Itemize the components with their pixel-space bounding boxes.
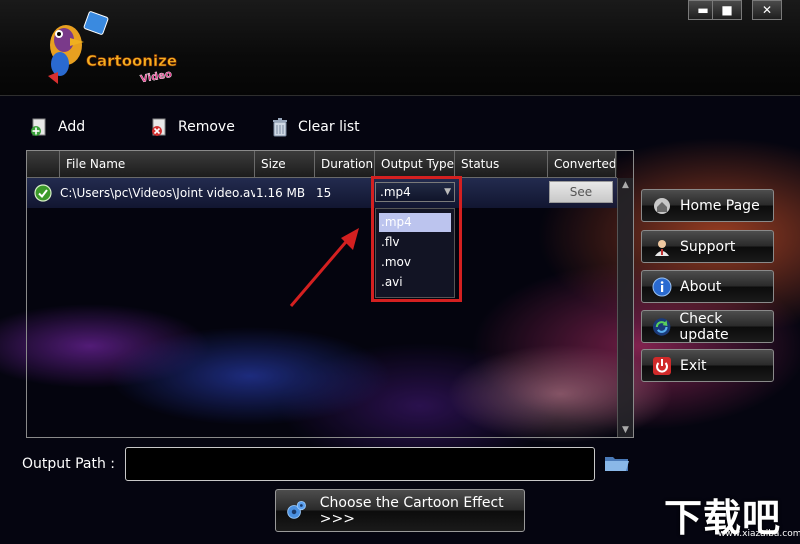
remove-button[interactable]: Remove	[150, 115, 235, 139]
check-update-button[interactable]: Check update	[641, 310, 774, 343]
home-page-button[interactable]: Home Page	[641, 189, 774, 222]
remove-label: Remove	[178, 119, 235, 135]
home-icon	[654, 197, 670, 214]
cartoonize-video-logo: Cartoonize Video	[48, 11, 177, 86]
output-path-label: Output Path :	[22, 456, 116, 472]
column-header-converted[interactable]: Converted	[548, 151, 616, 177]
maximize-icon: ■	[721, 3, 733, 17]
column-header-status[interactable]: Status	[455, 151, 548, 177]
close-button[interactable]: ✕	[752, 0, 782, 20]
about-label: About	[680, 278, 722, 295]
scroll-down-icon[interactable]: ▼	[618, 423, 633, 437]
clear-list-button[interactable]: Clear list	[270, 115, 360, 139]
close-icon: ✕	[761, 3, 773, 17]
column-header-check	[27, 151, 60, 177]
clear-list-label: Clear list	[298, 119, 360, 135]
choose-cartoon-effect-label: Choose the Cartoon Effect >>>	[319, 494, 504, 527]
checkmark-icon[interactable]	[34, 184, 52, 202]
refresh-icon	[652, 317, 671, 336]
vertical-scrollbar[interactable]: ▲ ▼	[617, 178, 633, 437]
watermark-url: www.xiazaiba.com	[718, 529, 800, 539]
table-row[interactable]: C:\Users\pc\Videos\Joint video.avi 1.16 …	[27, 178, 617, 208]
gear-icon	[287, 500, 306, 519]
cell-file-name: C:\Users\pc\Videos\Joint video.avi	[60, 186, 255, 200]
see-button[interactable]: See	[549, 181, 613, 203]
support-button[interactable]: Support	[641, 230, 774, 263]
home-page-label: Home Page	[680, 197, 760, 214]
choose-cartoon-effect-button[interactable]: Choose the Cartoon Effect >>>	[275, 489, 525, 532]
highlight-box	[371, 176, 462, 302]
cell-duration: 15	[316, 186, 332, 200]
user-icon	[655, 239, 669, 256]
column-header-size[interactable]: Size	[255, 151, 315, 177]
column-header-duration[interactable]: Duration	[315, 151, 375, 177]
cell-status	[456, 178, 546, 208]
scroll-up-icon[interactable]: ▲	[618, 178, 633, 192]
column-header-output-type[interactable]: Output Type	[375, 151, 455, 177]
minimize-icon: ▬	[697, 3, 709, 17]
power-icon	[653, 356, 671, 375]
exit-button[interactable]: Exit	[641, 349, 774, 382]
output-path-input[interactable]	[125, 447, 595, 481]
watermark: 下载吧 www.xiazaiba.com	[660, 487, 800, 544]
exit-label: Exit	[680, 357, 707, 374]
about-button[interactable]: About	[641, 270, 774, 303]
trash-icon	[273, 118, 287, 137]
add-file-icon	[31, 118, 46, 136]
cartoonize-video-window: ▬ ■ ✕ Cartoonize Video Add Remove Clear …	[0, 0, 800, 544]
logo-subtitle: Video	[140, 69, 173, 85]
cell-size: 1.16 MB	[256, 186, 306, 200]
maximize-button[interactable]: ■	[712, 0, 742, 20]
logo-title: Cartoonize	[86, 52, 177, 70]
add-button[interactable]: Add	[30, 115, 85, 139]
add-label: Add	[58, 119, 86, 135]
annotation-arrow-icon	[289, 228, 359, 307]
folder-icon[interactable]	[604, 453, 630, 473]
column-header-file-name[interactable]: File Name	[60, 151, 255, 177]
support-label: Support	[680, 238, 736, 255]
remove-file-icon	[152, 118, 166, 136]
info-icon	[652, 277, 672, 296]
table-header: File Name Size Duration Output Type Stat…	[27, 151, 617, 178]
check-update-label: Check update	[679, 310, 729, 343]
